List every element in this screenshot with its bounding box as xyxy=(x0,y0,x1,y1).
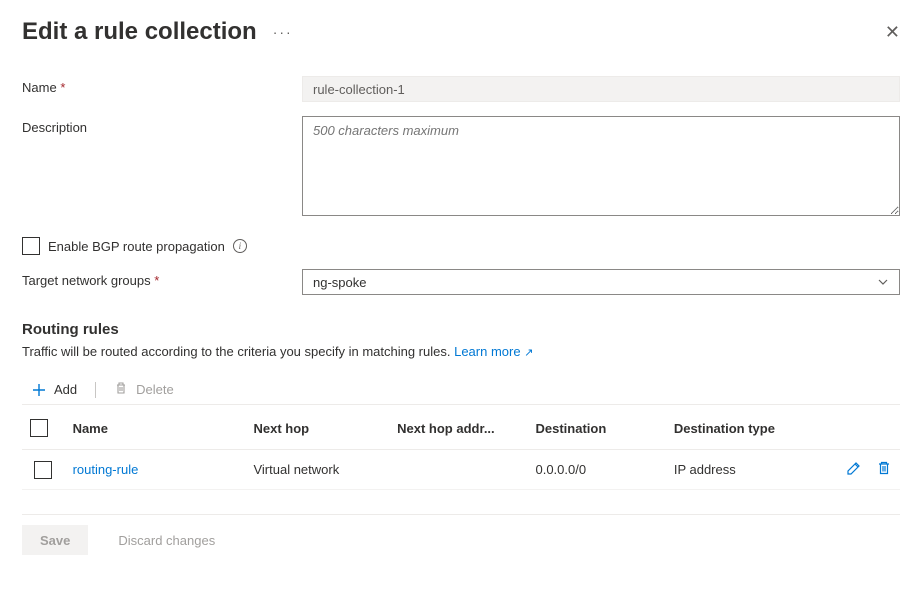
rule-link[interactable]: routing-rule xyxy=(73,462,139,477)
row-actions-cell xyxy=(815,450,900,490)
edit-icon[interactable] xyxy=(846,460,862,479)
close-icon[interactable]: ✕ xyxy=(885,22,900,43)
field-target-groups: Target network groups * ng-spoke xyxy=(22,269,900,295)
select-all-cell xyxy=(22,407,65,450)
page-title: Edit a rule collection xyxy=(22,18,257,46)
col-name[interactable]: Name xyxy=(65,407,246,450)
rules-toolbar: Add Delete xyxy=(22,381,900,405)
row-next-hop-addr xyxy=(389,450,527,490)
row-select-cell xyxy=(22,450,65,490)
bgp-label: Enable BGP route propagation xyxy=(48,239,225,254)
delete-button[interactable]: Delete xyxy=(114,381,174,398)
add-button[interactable]: Add xyxy=(32,382,77,397)
info-icon[interactable]: i xyxy=(233,239,247,253)
table-row: routing-rule Virtual network 0.0.0.0/0 I… xyxy=(22,450,900,490)
col-destination[interactable]: Destination xyxy=(527,407,665,450)
target-groups-value: ng-spoke xyxy=(313,275,366,290)
description-label: Description xyxy=(22,116,302,135)
bgp-checkbox[interactable] xyxy=(22,237,40,255)
required-asterisk: * xyxy=(154,273,159,288)
discard-button[interactable]: Discard changes xyxy=(100,525,233,555)
footer: Save Discard changes xyxy=(22,514,900,555)
routing-rules-title: Routing rules xyxy=(22,321,900,338)
header-left: Edit a rule collection ··· xyxy=(22,18,293,46)
trash-icon xyxy=(114,381,128,398)
routing-rules-desc: Traffic will be routed according to the … xyxy=(22,344,900,359)
col-next-hop-addr[interactable]: Next hop addr... xyxy=(389,407,527,450)
description-input[interactable] xyxy=(302,116,900,216)
field-bgp: Enable BGP route propagation i xyxy=(22,237,900,255)
target-groups-select[interactable]: ng-spoke xyxy=(302,269,900,295)
name-label: Name * xyxy=(22,76,302,95)
panel-header: Edit a rule collection ··· ✕ xyxy=(22,18,900,46)
save-button[interactable]: Save xyxy=(22,525,88,555)
name-input[interactable] xyxy=(302,76,900,102)
plus-icon xyxy=(32,383,46,397)
rules-table: Name Next hop Next hop addr... Destinati… xyxy=(22,407,900,490)
field-name: Name * xyxy=(22,76,900,102)
col-next-hop[interactable]: Next hop xyxy=(245,407,389,450)
learn-more-link[interactable]: Learn more ↗ xyxy=(454,344,533,359)
target-label: Target network groups * xyxy=(22,269,302,288)
toolbar-separator xyxy=(95,382,96,398)
row-checkbox[interactable] xyxy=(34,461,52,479)
col-destination-type[interactable]: Destination type xyxy=(666,407,815,450)
row-next-hop: Virtual network xyxy=(245,450,389,490)
row-destination-type: IP address xyxy=(666,450,815,490)
chevron-down-icon xyxy=(877,276,889,288)
col-actions xyxy=(815,407,900,450)
required-asterisk: * xyxy=(60,80,65,95)
table-header-row: Name Next hop Next hop addr... Destinati… xyxy=(22,407,900,450)
row-destination: 0.0.0.0/0 xyxy=(527,450,665,490)
more-icon[interactable]: ··· xyxy=(273,24,293,40)
row-name: routing-rule xyxy=(65,450,246,490)
trash-icon[interactable] xyxy=(876,460,892,479)
external-link-icon: ↗ xyxy=(524,347,533,359)
field-description: Description xyxy=(22,116,900,219)
select-all-checkbox[interactable] xyxy=(30,419,48,437)
